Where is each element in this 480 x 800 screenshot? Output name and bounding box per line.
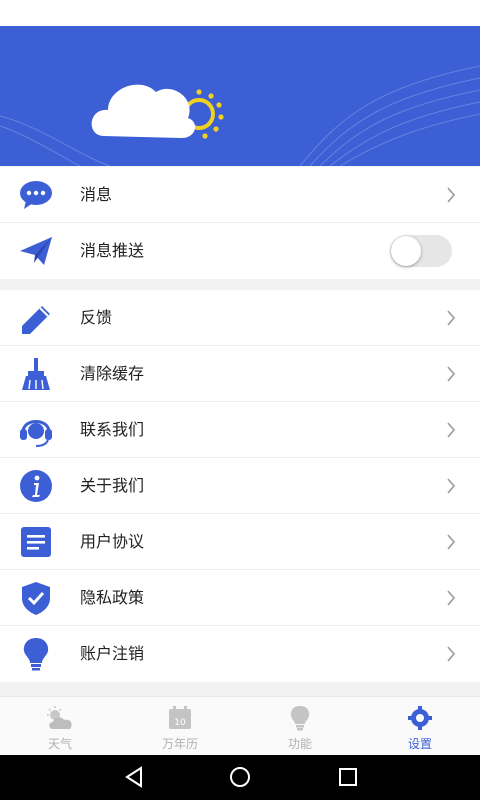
settings-row-label: 联系我们: [80, 420, 145, 439]
home-icon[interactable]: [228, 765, 252, 789]
info-icon: [20, 470, 52, 502]
calendar-day: 10: [174, 718, 186, 728]
gear-icon: [408, 706, 432, 730]
settings-row-label: 隐私政策: [80, 588, 145, 607]
broom-icon: [22, 358, 50, 390]
document-icon: [21, 527, 51, 557]
settings-row-privacy[interactable]: 隐私政策: [0, 570, 480, 626]
push-toggle[interactable]: [390, 235, 452, 267]
settings-row-clear-cache[interactable]: 清除缓存: [0, 346, 480, 402]
chevron-right-icon: [447, 478, 456, 494]
chevron-right-icon: [447, 366, 456, 382]
settings-row-feedback[interactable]: 反馈: [0, 290, 480, 346]
settings-row-label: 账户注销: [80, 644, 145, 663]
tab-label: 万年历: [161, 737, 198, 751]
lightbulb-icon: [23, 638, 49, 671]
tab-label: 设置: [407, 737, 432, 751]
pencil-icon: [22, 306, 50, 334]
chevron-right-icon: [447, 534, 456, 550]
settings-row-messages[interactable]: 消息: [0, 167, 480, 223]
bottom-tab-bar: 天气 10 万年历 功能 设置: [0, 696, 480, 755]
settings-row-push[interactable]: 消息推送: [0, 223, 480, 279]
settings-row-label: 消息: [80, 185, 113, 204]
chevron-right-icon: [447, 187, 456, 203]
lightbulb-icon: [290, 706, 310, 731]
settings-row-user-agreement[interactable]: 用户协议: [0, 514, 480, 570]
cloud-sun-icon: [91, 84, 224, 139]
settings-row-label: 消息推送: [80, 241, 145, 260]
tab-calendar[interactable]: 10 万年历: [120, 697, 240, 755]
settings-row-label: 反馈: [80, 308, 113, 327]
tab-label: 功能: [287, 737, 312, 751]
settings-row-label: 关于我们: [80, 476, 145, 495]
headset-icon: [20, 420, 52, 447]
settings-row-label: 清除缓存: [80, 364, 145, 383]
status-bar: [0, 0, 480, 26]
shield-check-icon: [22, 582, 50, 615]
chevron-right-icon: [447, 422, 456, 438]
settings-row-contact[interactable]: 联系我们: [0, 402, 480, 458]
tab-label: 天气: [47, 737, 72, 751]
calendar-icon: 10: [169, 706, 191, 729]
settings-row-label: 用户协议: [80, 532, 145, 551]
settings-row-delete-account[interactable]: 账户注销: [0, 626, 480, 682]
header-banner: [0, 26, 480, 166]
chevron-right-icon: [447, 646, 456, 662]
header-art: [0, 65, 480, 166]
system-nav-bar: [0, 755, 480, 800]
weather-icon: [47, 706, 72, 729]
settings-section-1: 消息 消息推送: [0, 167, 480, 279]
tab-functions[interactable]: 功能: [240, 697, 360, 755]
recents-icon[interactable]: [336, 765, 360, 789]
toggle-knob: [391, 236, 421, 266]
chevron-right-icon: [447, 310, 456, 326]
tab-settings[interactable]: 设置: [360, 697, 480, 755]
settings-section-2: 反馈 清除缓存 联系我们 关于我们 用户协议 隐私政策 账户注销: [0, 290, 480, 682]
chat-bubble-icon: [20, 181, 52, 209]
back-icon[interactable]: [122, 765, 146, 789]
tab-weather[interactable]: 天气: [0, 697, 120, 755]
settings-row-about[interactable]: 关于我们: [0, 458, 480, 514]
paper-plane-icon: [20, 237, 52, 265]
chevron-right-icon: [447, 590, 456, 606]
